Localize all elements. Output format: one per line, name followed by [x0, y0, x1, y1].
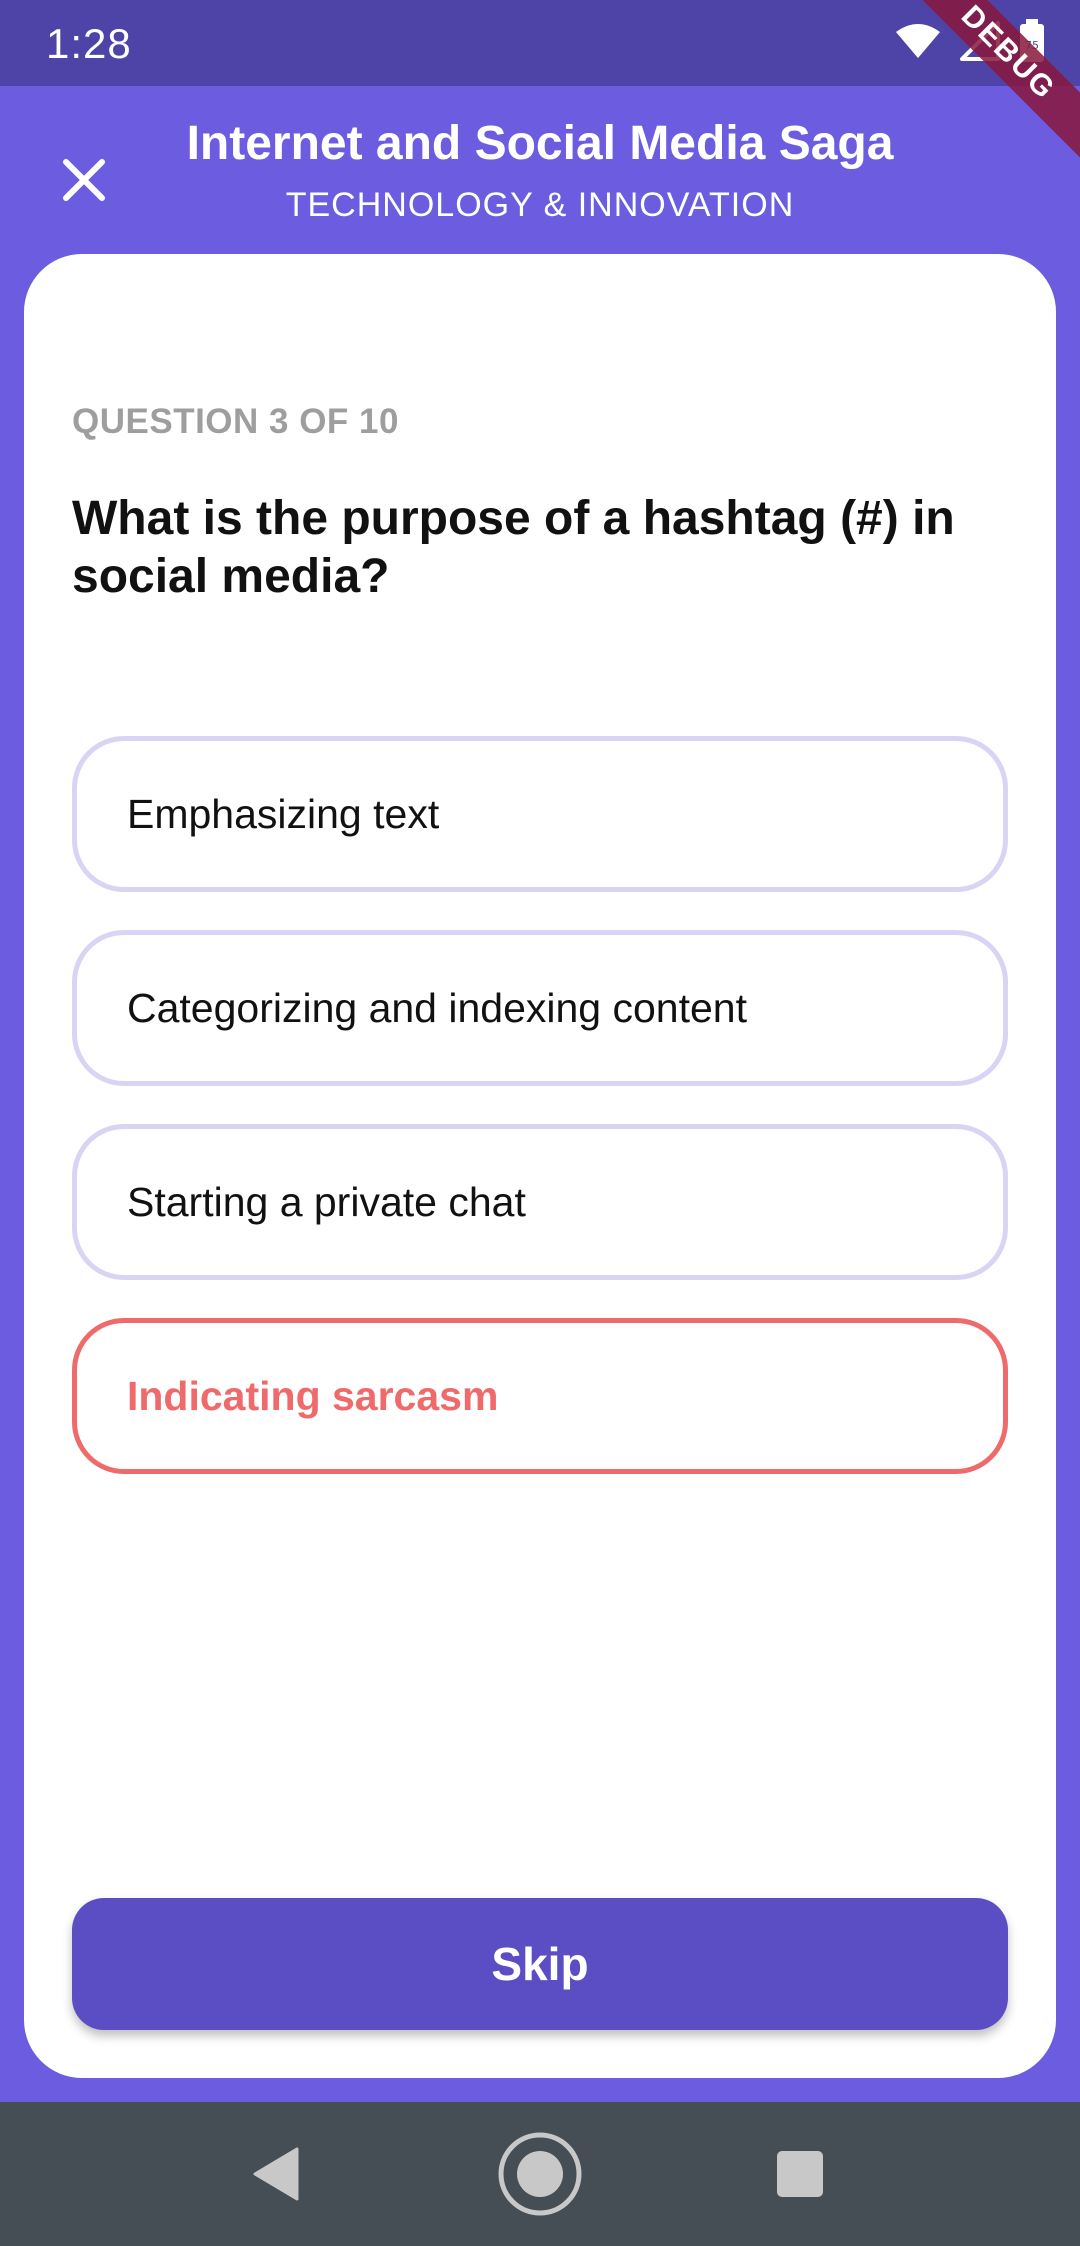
question-progress: QUESTION 3 OF 10	[72, 402, 399, 441]
answer-option-label: Starting a private chat	[127, 1178, 526, 1225]
question-text: What is the purpose of a hashtag (#) in …	[72, 492, 955, 603]
answer-option-1[interactable]: Emphasizing text	[72, 736, 1008, 892]
recents-icon	[777, 2151, 823, 2197]
quiz-header: Internet and Social Media Saga TECHNOLOG…	[0, 86, 1080, 256]
status-time: 1:28	[46, 20, 132, 67]
skip-button[interactable]: Skip	[72, 1898, 1008, 2030]
back-icon	[253, 2147, 299, 2201]
answer-option-4-wrong[interactable]: Indicating sarcasm	[72, 1318, 1008, 1474]
quiz-title: Internet and Social Media Saga	[186, 117, 894, 170]
recents-button[interactable]	[728, 2102, 872, 2246]
home-button[interactable]	[468, 2102, 612, 2246]
home-icon	[498, 2132, 582, 2216]
answer-option-2[interactable]: Categorizing and indexing content	[72, 930, 1008, 1086]
answer-option-label: Emphasizing text	[127, 790, 440, 837]
wifi-icon	[894, 22, 942, 65]
quiz-screen: 1:28 75 DEBUG	[0, 0, 1080, 2246]
answer-option-3[interactable]: Starting a private chat	[72, 1124, 1008, 1280]
system-nav-bar	[0, 2102, 1080, 2246]
status-bar: 1:28 75 DEBUG	[0, 0, 1080, 176]
answer-option-label: Categorizing and indexing content	[127, 984, 747, 1031]
answer-option-label: Indicating sarcasm	[127, 1372, 499, 1419]
question-card: QUESTION 3 OF 10 What is the purpose of …	[24, 254, 1056, 2078]
back-button[interactable]	[204, 2102, 348, 2246]
quiz-category: TECHNOLOGY & INNOVATION	[285, 186, 795, 224]
